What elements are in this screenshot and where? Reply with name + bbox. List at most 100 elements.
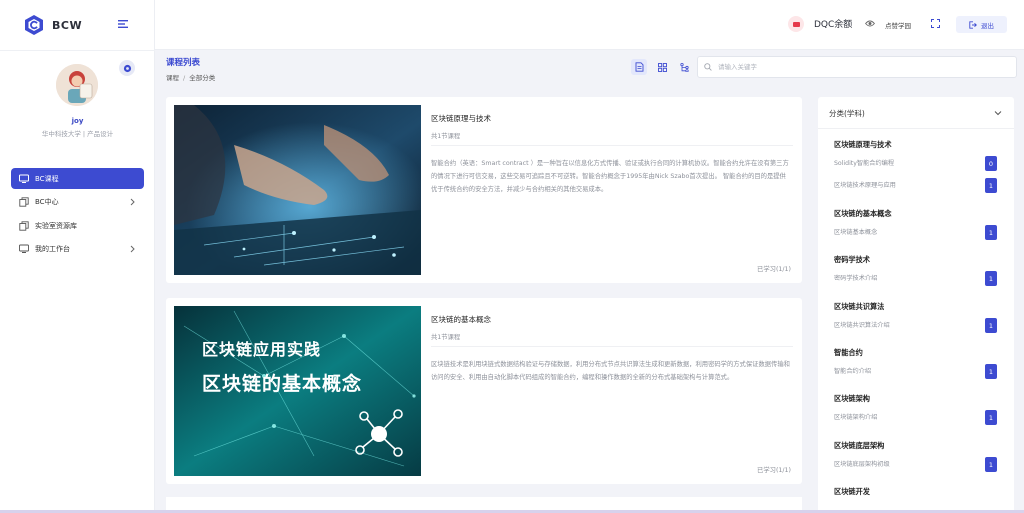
banner-line-1: 区块链应用实践 [202, 340, 322, 359]
breadcrumb-item[interactable]: 课程 [166, 74, 179, 82]
eye-icon[interactable] [865, 19, 875, 28]
banner-line-2: 区块链的基本概念 [202, 373, 363, 395]
category-item-count: 1 [985, 410, 997, 425]
category-item[interactable]: 智能合约介绍 1 [834, 364, 1000, 379]
category-group-title[interactable]: 区块链底层架构 [834, 441, 884, 451]
desktop-icon [19, 244, 29, 253]
category-item-label: 区块链架构介绍 [834, 414, 878, 421]
category-header-label: 分类(学科) [829, 109, 865, 118]
course-divider [431, 346, 793, 347]
avatar[interactable] [56, 64, 98, 106]
category-item-count: 1 [985, 271, 997, 286]
course-lesson-count: 共1节课程 [431, 334, 461, 341]
category-item[interactable]: 区块链共识算法介绍 1 [834, 318, 1000, 333]
monitor-icon [19, 174, 29, 183]
sidebar-item-lab-library[interactable]: 实验室资源库 [11, 215, 144, 236]
category-item-label: Solidity智能合约编程 [834, 160, 895, 167]
sidebar-nav: BC课程 BC中心 实验室资源库 我的工作台 [11, 168, 144, 262]
category-item-label: 区块链基本概念 [834, 229, 878, 236]
tree-view-button[interactable] [676, 59, 692, 75]
menu-toggle-icon[interactable] [117, 18, 129, 30]
category-item-count: 1 [985, 178, 997, 193]
breadcrumb-item-current: 全部分类 [189, 74, 216, 82]
sidebar: BCW joy 华中科技大学 | 产品设计 BC课程 BC中心 实验室资源库 我… [0, 0, 155, 513]
search-box [697, 56, 1017, 78]
breadcrumb: 课程 / 全部分类 [166, 72, 215, 82]
category-group-title[interactable]: 区块链共识算法 [834, 302, 884, 312]
category-header[interactable]: 分类(学科) [818, 97, 1014, 129]
course-description: 区块链技术是利用块链式数据结构验证与存储数据，利用分布式节点共识算法生成和更新数… [431, 361, 790, 381]
category-group-title[interactable]: 区块链的基本概念 [834, 209, 892, 219]
category-panel: 分类(学科) 区块链原理与技术 Solidity智能合约编程 0 区块链技术原理… [818, 97, 1014, 513]
grid-icon [657, 62, 667, 72]
logo-mark-icon [25, 15, 43, 35]
app-logo-text: BCW [52, 18, 83, 32]
course-divider [431, 145, 793, 146]
category-item-count: 0 [985, 156, 997, 171]
category-group-title[interactable]: 区块链开发 [834, 487, 870, 497]
category-item-label: 智能合约介绍 [834, 368, 872, 375]
category-item[interactable]: 区块链基本概念 1 [834, 225, 1000, 240]
category-item-count: 1 [985, 225, 997, 240]
document-list-icon [635, 62, 643, 72]
user-name: joy [71, 117, 84, 125]
coin-icon [788, 16, 804, 32]
app-logo[interactable]: BCW [24, 12, 82, 38]
category-item[interactable]: 区块链技术原理与应用 1 [834, 178, 1000, 193]
top-header: DQC余额 点赞学园 退出 [155, 0, 1024, 50]
category-item-label: 区块链底层架构初级 [834, 461, 890, 468]
balance-label: DQC余额 [814, 20, 853, 30]
search-icon [704, 63, 712, 71]
category-group-title[interactable]: 区块链架构 [834, 394, 870, 404]
course-progress: 已学习(1/1) [757, 266, 791, 273]
category-item[interactable]: 密码学技术介绍 1 [834, 271, 1000, 286]
profile-settings-icon[interactable] [119, 60, 135, 76]
category-item-count: 1 [985, 364, 997, 379]
chevron-right-icon [130, 198, 135, 205]
category-item-label: 密码学技术介绍 [834, 275, 878, 282]
avatar-illustration [56, 64, 98, 106]
school-link[interactable]: 点赞学园 [885, 20, 911, 30]
logout-button[interactable]: 退出 [956, 16, 1007, 33]
sidebar-item-label: BC课程 [35, 174, 59, 183]
category-item[interactable]: 区块链架构介绍 1 [834, 410, 1000, 425]
category-item[interactable]: 区块链底层架构初级 1 [834, 457, 1000, 472]
copy-icon [19, 197, 29, 207]
fullscreen-icon[interactable] [931, 19, 940, 28]
course-card[interactable]: 区块链原理与技术 共1节课程 智能合约（英语：Smart contract ）是… [166, 97, 802, 283]
search-input[interactable] [718, 63, 998, 71]
course-description: 智能合约（英语：Smart contract ）是一种旨在以信息化方式传播、验证… [431, 160, 789, 193]
category-item-label: 区块链技术原理与应用 [834, 182, 896, 189]
copy-icon [19, 220, 29, 231]
category-group-title[interactable]: 密码学技术 [834, 255, 870, 265]
page-title: 课程列表 [166, 58, 201, 68]
category-group-title[interactable]: 区块链原理与技术 [834, 140, 892, 150]
sidebar-item-bc-courses[interactable]: BC课程 [11, 168, 144, 189]
logout-icon [969, 20, 977, 29]
chevron-right-icon [130, 245, 135, 252]
breadcrumb-separator: / [183, 74, 186, 82]
list-view-button[interactable] [631, 59, 647, 75]
sidebar-item-label: 我的工作台 [35, 245, 70, 253]
category-item-count: 1 [985, 318, 997, 333]
user-organization: 华中科技大学 | 产品设计 [41, 130, 114, 138]
category-item-count: 1 [985, 457, 997, 472]
course-title[interactable]: 区块链的基本概念 [431, 314, 491, 325]
category-item-label: 区块链共识算法介绍 [834, 322, 890, 329]
course-thumbnail-blockchain-hands [174, 105, 421, 275]
sidebar-item-label: BC中心 [35, 198, 59, 206]
course-title[interactable]: 区块链原理与技术 [431, 113, 491, 124]
sidebar-item-my-workbench[interactable]: 我的工作台 [11, 239, 144, 260]
logout-label: 退出 [981, 21, 994, 30]
course-progress: 已学习(1/1) [757, 467, 791, 474]
sidebar-item-bc-center[interactable]: BC中心 [11, 192, 144, 213]
course-thumbnail-blockchain-basics: 区块链应用实践 区块链的基本概念 [174, 306, 421, 476]
grid-view-button[interactable] [654, 59, 670, 75]
course-lesson-count: 共1节课程 [431, 133, 461, 140]
course-card[interactable]: 区块链应用实践 区块链的基本概念 区块链的基本概念 共1节课程 区块链技术是利用… [166, 298, 802, 484]
category-item[interactable]: Solidity智能合约编程 0 [834, 156, 1000, 171]
tree-icon [679, 62, 689, 72]
category-group-title[interactable]: 智能合约 [834, 348, 863, 358]
chevron-down-icon[interactable] [994, 109, 1002, 117]
sidebar-divider [0, 50, 155, 51]
